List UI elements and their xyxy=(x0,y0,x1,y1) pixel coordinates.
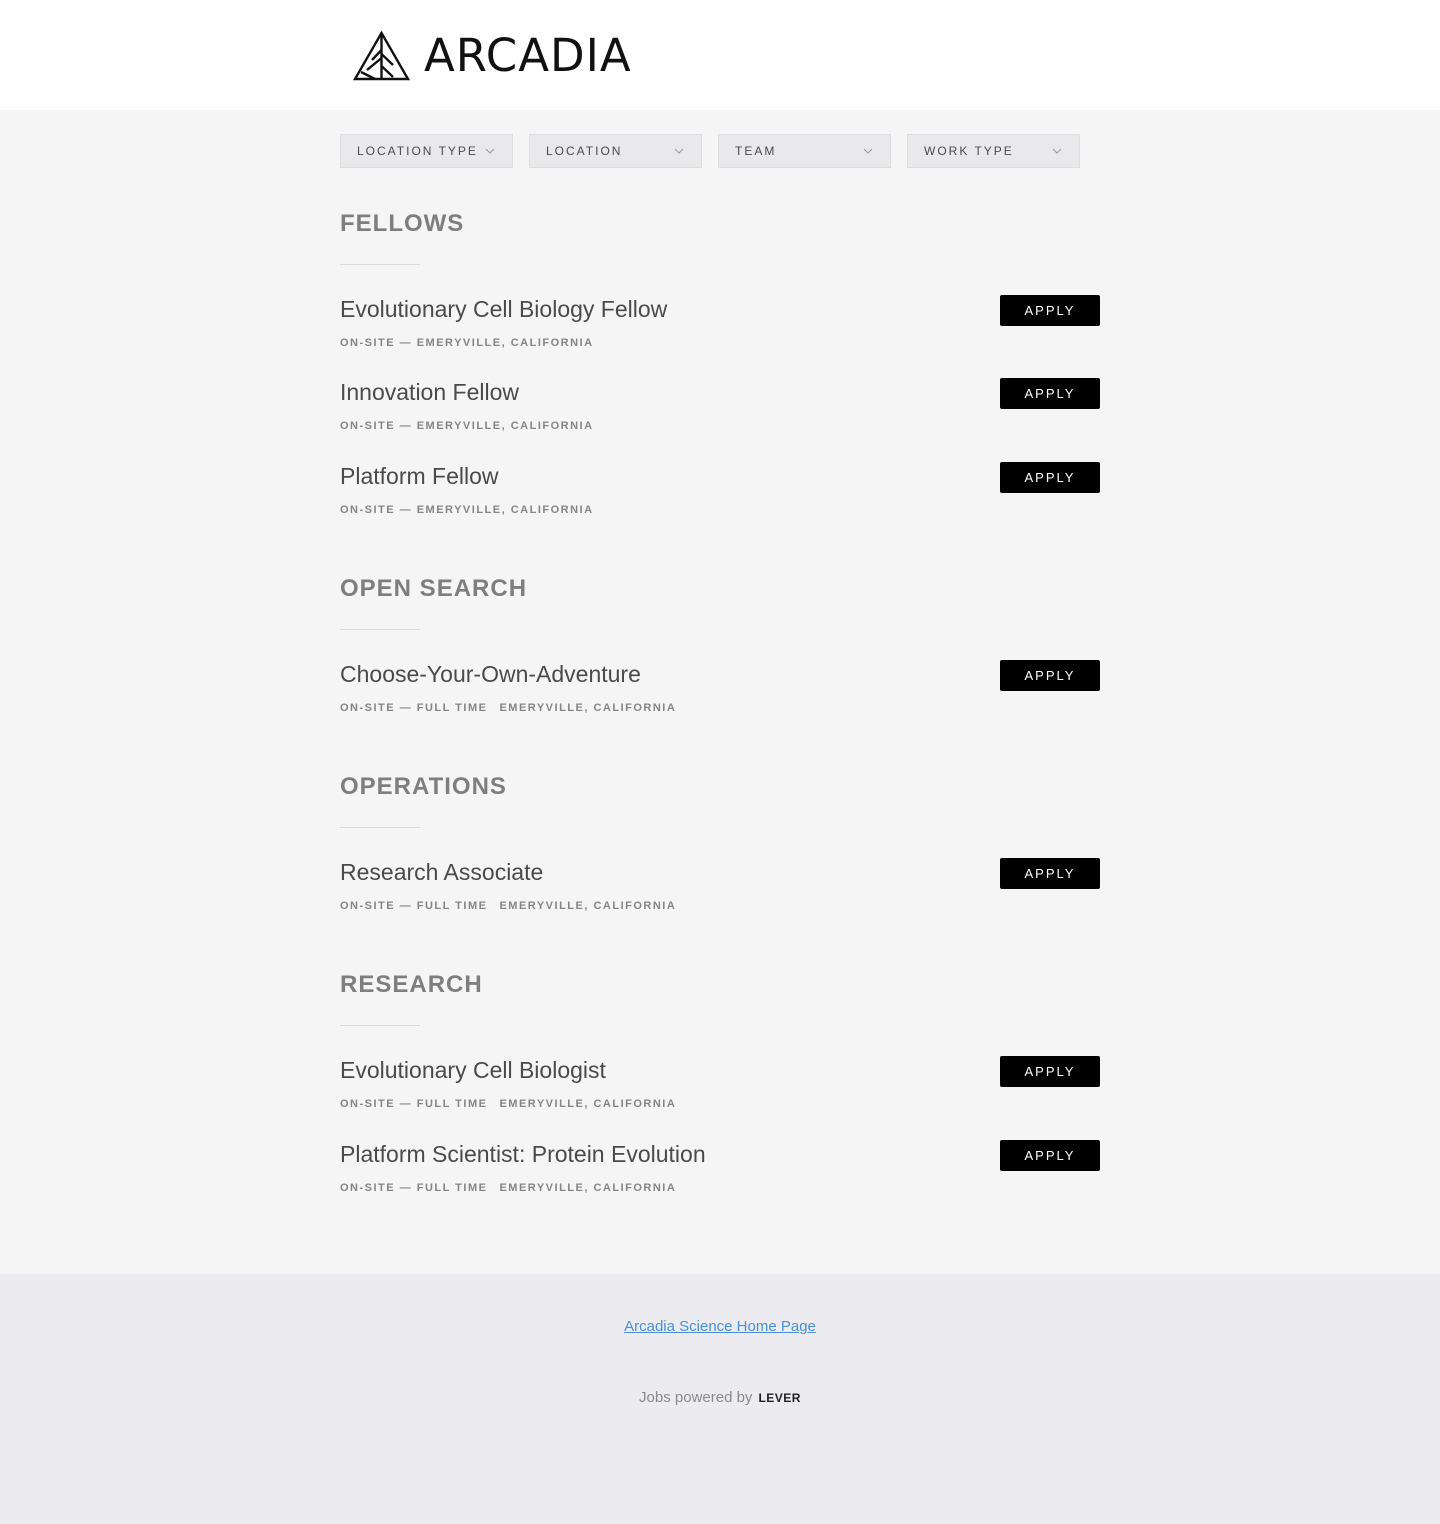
posting-title[interactable]: Evolutionary Cell Biology Fellow xyxy=(340,296,1100,323)
apply-button[interactable]: APPLY xyxy=(1000,295,1100,326)
apply-button[interactable]: APPLY xyxy=(1000,1140,1100,1171)
posting-location: EMERYVILLE, CALIFORNIA xyxy=(499,702,677,714)
posting-commitment: ON-SITE — EMERYVILLE, CALIFORNIA xyxy=(340,420,594,432)
posting-meta: ON-SITE — EMERYVILLE, CALIFORNIA xyxy=(340,337,594,349)
apply-button[interactable]: APPLY xyxy=(1000,462,1100,493)
section-divider xyxy=(340,827,420,828)
section-operations: OPERATIONS Research Associate ON-SITE — … xyxy=(340,773,1100,912)
posting: Research Associate ON-SITE — FULL TIME EM… xyxy=(340,858,1100,919)
brand-name: ARCADIA xyxy=(424,29,632,82)
posting-meta: ON-SITE — FULL TIME EMERYVILLE, CALIFORNI… xyxy=(340,702,676,714)
posting: Evolutionary Cell Biologist ON-SITE — FU… xyxy=(340,1056,1100,1117)
chevron-down-icon xyxy=(485,148,495,154)
apply-button[interactable]: APPLY xyxy=(1000,858,1100,889)
filter-label: WORK TYPE xyxy=(924,144,1014,158)
posting-title[interactable]: Innovation Fellow xyxy=(340,379,1100,406)
section-title: RESEARCH xyxy=(340,971,483,998)
posting: Platform Fellow ON-SITE — EMERYVILLE, CA… xyxy=(340,462,1100,523)
posting: Choose-Your-Own-Adventure ON-SITE — FULL… xyxy=(340,660,1100,721)
posting-location: EMERYVILLE, CALIFORNIA xyxy=(499,900,677,912)
section-open-search: OPEN SEARCH Choose-Your-Own-Adventure ON… xyxy=(340,575,1100,714)
posting: Platform Scientist: Protein Evolution ON… xyxy=(340,1140,1100,1201)
arcadia-mountain-icon xyxy=(353,30,410,81)
posting-title[interactable]: Platform Scientist: Protein Evolution xyxy=(340,1141,1100,1168)
section-divider xyxy=(340,1025,420,1026)
posting-title[interactable]: Research Associate xyxy=(340,859,1100,886)
section-title: OPERATIONS xyxy=(340,773,507,800)
powered-by: Jobs powered by LEVER xyxy=(0,1389,1440,1406)
posting-meta: ON-SITE — FULL TIME EMERYVILLE, CALIFORNI… xyxy=(340,900,676,912)
section-title: OPEN SEARCH xyxy=(340,575,528,602)
posting-title[interactable]: Evolutionary Cell Biologist xyxy=(340,1057,1100,1084)
posting-commitment: ON-SITE — FULL TIME xyxy=(340,900,488,912)
section-research: RESEARCH Evolutionary Cell Biologist ON-… xyxy=(340,971,1100,1194)
posting: Evolutionary Cell Biology Fellow ON-SITE… xyxy=(340,295,1100,356)
section-fellows: FELLOWS Evolutionary Cell Biology Fellow… xyxy=(340,210,1100,516)
chevron-down-icon xyxy=(674,148,684,154)
filter-location-type[interactable]: LOCATION TYPE xyxy=(340,134,513,168)
chevron-down-icon xyxy=(1052,148,1062,154)
home-link-container: Arcadia Science Home Page xyxy=(0,1318,1440,1335)
posting-location: EMERYVILLE, CALIFORNIA xyxy=(499,1098,677,1110)
apply-button[interactable]: APPLY xyxy=(1000,378,1100,409)
posting-commitment: ON-SITE — FULL TIME xyxy=(340,1182,488,1194)
section-title: FELLOWS xyxy=(340,210,465,237)
posting-commitment: ON-SITE — FULL TIME xyxy=(340,702,488,714)
posting-meta: ON-SITE — FULL TIME EMERYVILLE, CALIFORNI… xyxy=(340,1098,676,1110)
powered-by-text: Jobs powered by xyxy=(639,1389,753,1406)
apply-button[interactable]: APPLY xyxy=(1000,660,1100,691)
filter-label: LOCATION TYPE xyxy=(357,144,478,158)
filter-bar: LOCATION TYPE LOCATION TEAM WORK TYPE xyxy=(340,134,1080,168)
section-divider xyxy=(340,629,420,630)
posting-location: EMERYVILLE, CALIFORNIA xyxy=(499,1182,677,1194)
filter-work-type[interactable]: WORK TYPE xyxy=(907,134,1080,168)
filter-team[interactable]: TEAM xyxy=(718,134,891,168)
site-header: ARCADIA xyxy=(0,0,1440,110)
filter-label: TEAM xyxy=(735,144,777,158)
apply-button[interactable]: APPLY xyxy=(1000,1056,1100,1087)
lever-logo[interactable]: LEVER xyxy=(758,1391,801,1405)
posting-meta: ON-SITE — FULL TIME EMERYVILLE, CALIFORNI… xyxy=(340,1182,676,1194)
posting-commitment: ON-SITE — EMERYVILLE, CALIFORNIA xyxy=(340,504,594,516)
posting-commitment: ON-SITE — EMERYVILLE, CALIFORNIA xyxy=(340,337,594,349)
posting-meta: ON-SITE — EMERYVILLE, CALIFORNIA xyxy=(340,420,594,432)
posting-commitment: ON-SITE — FULL TIME xyxy=(340,1098,488,1110)
posting: Innovation Fellow ON-SITE — EMERYVILLE, … xyxy=(340,378,1100,439)
posting-meta: ON-SITE — EMERYVILLE, CALIFORNIA xyxy=(340,504,594,516)
filter-location[interactable]: LOCATION xyxy=(529,134,702,168)
section-divider xyxy=(340,264,420,265)
brand-logo[interactable]: ARCADIA xyxy=(353,30,632,82)
filter-label: LOCATION xyxy=(546,144,623,158)
site-footer: Arcadia Science Home Page Jobs powered b… xyxy=(0,1274,1440,1524)
posting-title[interactable]: Choose-Your-Own-Adventure xyxy=(340,661,1100,688)
chevron-down-icon xyxy=(863,148,873,154)
home-page-link[interactable]: Arcadia Science Home Page xyxy=(624,1318,816,1335)
posting-title[interactable]: Platform Fellow xyxy=(340,463,1100,490)
